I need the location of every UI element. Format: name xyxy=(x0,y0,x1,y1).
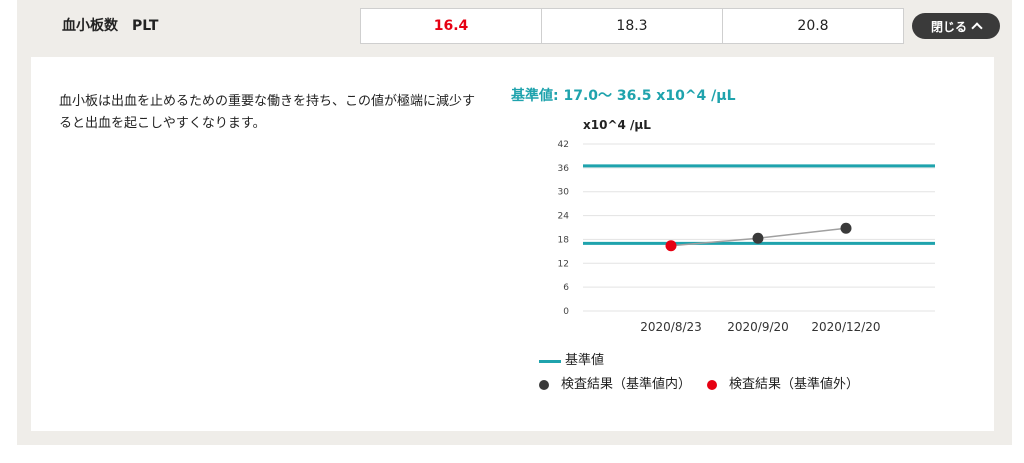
legend-item-outside: 検査結果（基準値外） xyxy=(707,373,859,397)
reference-range-title: 基準値: 17.0～ 36.5 x10^4 /μL xyxy=(511,88,736,104)
legend-row-reference: 基準値 xyxy=(539,349,875,373)
value-cell-3: 20.8 xyxy=(797,18,829,34)
legend-within-label: 検査結果（基準値内） xyxy=(561,377,692,392)
result-row: 血小板数 PLT 16.4 18.3 20.8 閉じる xyxy=(17,8,1012,44)
value-cells: 16.4 18.3 20.8 xyxy=(360,8,904,44)
y-tick-label: 18 xyxy=(558,235,570,245)
result-panel: 血小板数 PLT 16.4 18.3 20.8 閉じる 血小板は出血を止めるため… xyxy=(17,0,1012,445)
y-tick-label: 0 xyxy=(563,307,569,317)
legend-outside-label: 検査結果（基準値外） xyxy=(729,377,860,392)
x-tick-label: 2020/8/23 xyxy=(640,320,702,334)
x-tick-label: 2020/9/20 xyxy=(727,320,789,334)
close-button-label: 閉じる xyxy=(930,19,967,34)
y-tick-label: 30 xyxy=(558,188,570,198)
legend-item-within: 検査結果（基準値内） xyxy=(539,373,691,397)
description: 血小板は出血を止めるための重要な働きを持ち、この値が極端に減少すると出血を起こし… xyxy=(59,94,476,131)
close-button[interactable]: 閉じる xyxy=(912,13,1000,39)
y-tick-label: 36 xyxy=(558,164,570,174)
detail-panel: 血小板は出血を止めるための重要な働きを持ち、この値が極端に減少すると出血を起こし… xyxy=(31,57,994,431)
data-point-within xyxy=(752,232,764,244)
legend-row-results: 検査結果（基準値内） 検査結果（基準値外） xyxy=(539,373,875,397)
y-tick-label: 6 xyxy=(563,283,569,293)
y-axis-label: x10^4 /μL xyxy=(583,118,651,132)
value-cell-1: 16.4 xyxy=(361,9,542,43)
chevron-up-icon xyxy=(971,22,983,34)
reference-line-icon xyxy=(539,359,561,363)
legend-reference-label: 基準値 xyxy=(565,353,605,368)
x-tick-label: 2020/12/20 xyxy=(811,320,880,334)
value-cell-2: 18.3 xyxy=(542,9,723,43)
within-range-dot-icon xyxy=(539,380,549,390)
platelet-chart: x10^4 /μL 0 6 12 18 24 30 36 42 2020/8/23 2020/9/2… xyxy=(558,118,935,334)
data-point-outside xyxy=(665,240,677,252)
y-tick-label: 12 xyxy=(558,259,569,269)
chart-legend: 基準値 検査結果（基準値内） 検査結果（基準値外） xyxy=(539,349,875,397)
item-name: 血小板数 PLT xyxy=(62,18,159,34)
y-tick-label: 24 xyxy=(558,212,570,222)
outside-range-dot-icon xyxy=(707,380,718,390)
y-tick-label: 42 xyxy=(558,140,569,150)
data-point-within xyxy=(840,222,852,234)
